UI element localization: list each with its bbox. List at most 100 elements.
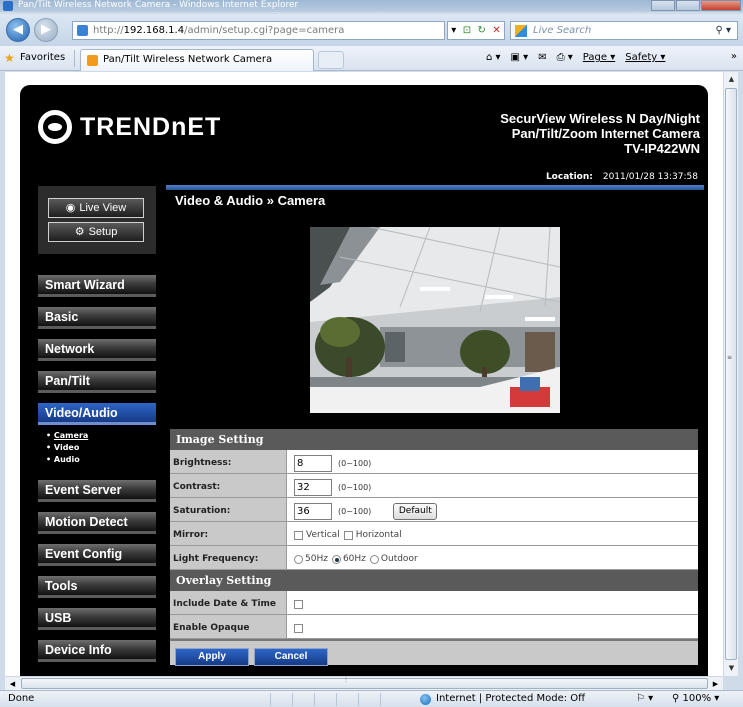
page-content: TRENDnET SecurView Wireless N Day/Night … [5,72,723,676]
eye-icon: ◉ [65,202,76,214]
status-segments [270,693,402,706]
include-date-time-label: Include Date & Time [170,591,287,614]
camera-image [310,227,560,413]
stop-icon[interactable]: ✕ [492,25,500,36]
divider [74,50,75,67]
horizontal-scrollbar[interactable]: ◀ ⦙ ▶ [5,675,723,691]
contrast-label: Contrast: [170,474,287,497]
product-line-2: Pan/Tilt/Zoom Internet Camera [511,126,700,141]
mirror-vertical-checkbox[interactable] [294,530,303,540]
saturation-input[interactable]: 36 [294,502,332,520]
menu-tools[interactable]: Tools [38,576,156,598]
freq-60hz-radio[interactable] [331,554,341,564]
zoom-icon: ⚲ [672,693,680,704]
compatibility-icon[interactable]: ⊡ [463,25,471,36]
refresh-icon[interactable]: ↻ [478,25,486,36]
menu-video-audio[interactable]: Video/Audio [38,403,156,425]
product-info: SecurView Wireless N Day/Night Pan/Tilt/… [500,111,700,156]
feeds-icon[interactable]: ▣ ▾ [511,52,529,63]
mode-buttons: ◉ Live View ⚙ Setup [38,186,156,254]
mirror-label: Mirror: [170,522,287,545]
dropdown-arrow-icon[interactable]: ▾ [451,25,456,36]
freq-50hz-radio[interactable] [294,554,303,564]
page-menu[interactable]: Page ▾ [583,52,615,63]
close-window-button[interactable] [701,0,741,11]
submenu-camera-label: Camera [53,431,89,440]
address-buttons: ▾ ⊡ ↻ ✕ [447,21,505,40]
submenu-audio-label: Audio [53,455,80,464]
address-path: /admin/setup.cgi?page=camera [184,25,345,36]
window-controls [650,0,741,11]
toolbar-overflow-icon[interactable]: » [731,51,737,62]
product-line-1: SecurView Wireless N Day/Night [500,111,700,126]
window-title: Pan/Tilt Wireless Network Camera - Windo… [18,0,299,10]
mirror-vertical-label: Vertical [306,530,340,540]
search-icon[interactable]: ⚲ ▾ [715,22,731,39]
horizontal-scroll-thumb[interactable] [21,678,708,689]
submenu-audio[interactable]: • Audio [46,454,88,466]
action-bar: Apply Cancel [170,639,698,666]
enable-opaque-label: Enable Opaque [170,615,287,638]
live-view-button[interactable]: ◉ Live View [48,198,144,218]
enable-opaque-checkbox[interactable] [294,623,303,633]
new-tab-button[interactable] [318,51,344,69]
submenu-video-label: Video [53,443,80,452]
vertical-scroll-thumb[interactable] [725,88,737,660]
vertical-scrollbar[interactable]: ▲ ≡ ▼ [723,72,738,676]
back-button[interactable]: ◀ [6,18,30,42]
minimize-button[interactable] [651,0,675,11]
browser-tab[interactable]: Pan/Tilt Wireless Network Camera [80,49,314,71]
submenu-video[interactable]: • Video [46,442,88,454]
page-title: Video & Audio » Camera [175,193,326,208]
mirror-horizontal-checkbox[interactable] [343,530,353,540]
favorites-label[interactable]: Favorites [20,52,65,63]
apply-button[interactable]: Apply [175,648,249,666]
default-button[interactable]: Default [393,502,438,520]
scroll-right-icon[interactable]: ▶ [708,677,723,691]
live-search-icon [515,25,527,37]
brightness-input[interactable]: 8 [294,454,332,472]
trendnet-logo: TRENDnET [38,107,221,147]
contrast-input[interactable]: 32 [294,478,332,496]
scroll-grip-icon: ≡ [727,354,733,361]
menu-device-info[interactable]: Device Info [38,640,156,662]
setup-button[interactable]: ⚙ Setup [48,222,144,242]
forward-button[interactable]: ▶ [34,18,58,42]
scroll-up-icon[interactable]: ▲ [724,72,739,87]
logo-icon [38,110,72,144]
search-box[interactable]: Live Search ⚲ ▾ [510,21,738,40]
favorites-star-icon[interactable]: ★ [4,51,15,65]
enable-opaque-row: Enable Opaque [170,615,698,639]
tab-title: Pan/Tilt Wireless Network Camera [103,54,273,65]
menu-event-server[interactable]: Event Server [38,480,156,502]
menu-smart-wizard[interactable]: Smart Wizard [38,275,156,297]
security-zone[interactable]: Internet | Protected Mode: Off [420,691,585,707]
address-bar[interactable]: http://192.168.1.4/admin/setup.cgi?page=… [72,21,445,40]
menu-usb[interactable]: USB [38,608,156,630]
print-icon[interactable]: ⎙ ▾ [557,52,573,63]
light-frequency-row: Light Frequency: 50Hz 60Hz Outdoor [170,546,698,570]
scroll-left-icon[interactable]: ◀ [5,677,20,691]
safety-menu[interactable]: Safety ▾ [625,52,665,63]
home-icon[interactable]: ⌂ ▾ [486,52,501,63]
setup-label: Setup [88,226,118,238]
mail-icon[interactable]: ✉ [538,52,546,63]
cancel-button[interactable]: Cancel [254,648,328,666]
include-date-time-checkbox[interactable] [294,599,303,609]
submenu-camera[interactable]: • Camera [46,430,88,442]
menu-motion-detect[interactable]: Motion Detect [38,512,156,534]
settings-table: Image Setting Brightness: 8 (0~100) Contr… [170,429,698,666]
zoom-level[interactable]: ⚲ 100% ▾ [672,691,719,707]
live-view-label: Live View [79,202,127,214]
menu-event-config[interactable]: Event Config [38,544,156,566]
menu-basic[interactable]: Basic [38,307,156,329]
menu-network[interactable]: Network [38,339,156,361]
freq-outdoor-radio[interactable] [369,554,379,564]
scroll-down-icon[interactable]: ▼ [724,661,739,676]
location-value: 2011/01/28 13:37:58 [602,172,698,182]
maximize-button[interactable] [676,0,700,11]
contrast-row: Contrast: 32 (0~100) [170,474,698,498]
browser-window: Pan/Tilt Wireless Network Camera - Windo… [0,0,743,707]
protected-mode-icon[interactable]: ⚐ ▾ [636,691,653,707]
menu-pan-tilt[interactable]: Pan/Tilt [38,371,156,393]
